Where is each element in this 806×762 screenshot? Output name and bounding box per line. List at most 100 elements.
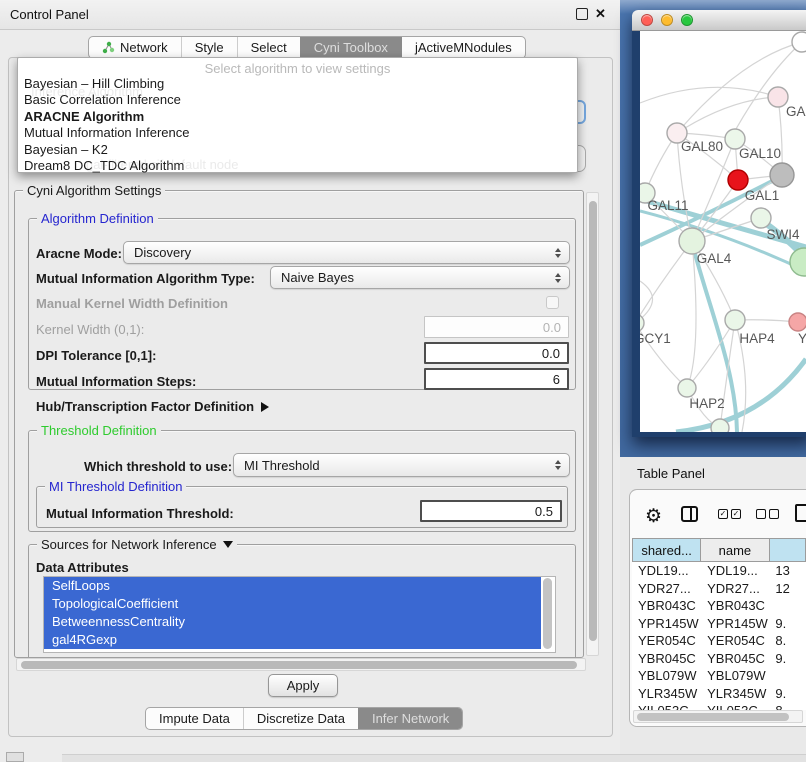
network-node[interactable] <box>790 248 806 276</box>
table-cell: YDR27... <box>701 581 769 596</box>
tab-cyni-toolbox[interactable]: Cyni Toolbox <box>300 37 401 58</box>
data-attributes-label: Data Attributes <box>36 560 129 575</box>
table-row[interactable]: YBR045CYBR045C9. <box>632 650 806 668</box>
network-node-hap4[interactable] <box>725 310 745 330</box>
table-cell: YBR045C <box>701 651 769 666</box>
which-threshold-label: Which threshold to use: <box>84 459 232 474</box>
close-traffic-icon[interactable] <box>641 14 653 26</box>
settings-vertical-scrollbar[interactable] <box>586 192 599 656</box>
node-label: GAL11 <box>647 198 688 213</box>
table-row[interactable]: YLR345WYLR345W9. <box>632 685 806 703</box>
network-node-gal7[interactable] <box>768 87 788 107</box>
mi-algorithm-type-label: Mutual Information Algorithm Type: <box>36 271 255 286</box>
network-graph: GAL7GAL80GAL10GAL1GAL11SWI4GAL4GCY1HAP4Y… <box>640 31 806 432</box>
table-row[interactable]: YDR27...YDR27...12 <box>632 580 806 598</box>
manual-kernel-width-checkbox[interactable] <box>546 296 559 309</box>
tab-style[interactable]: Style <box>181 37 237 58</box>
algorithm-option-bayesian-k2[interactable]: Bayesian – K2 <box>24 142 571 158</box>
tab-label: Network <box>120 40 168 55</box>
settings-horizontal-scrollbar-thumb[interactable] <box>21 661 577 669</box>
network-edge <box>720 320 735 428</box>
column-header-shared[interactable]: shared... <box>632 538 701 562</box>
document-icon[interactable] <box>795 504 806 522</box>
table-row[interactable]: YER054CYER054C8. <box>632 632 806 650</box>
network-node-y[interactable] <box>789 313 806 331</box>
apply-button[interactable]: Apply <box>268 674 338 697</box>
dpi-tolerance-field[interactable]: 0.0 <box>424 342 569 364</box>
table-cell: YLR345W <box>701 686 769 701</box>
mi-threshold-definition-title: MI Threshold Definition <box>45 479 186 494</box>
node-label: GAL80 <box>681 139 723 154</box>
mi-steps-field[interactable]: 6 <box>424 368 569 390</box>
network-node[interactable] <box>792 32 806 52</box>
tab-infer-network[interactable]: Infer Network <box>358 708 462 729</box>
hub-transcription-expander[interactable]: Hub/Transcription Factor Definition <box>36 399 269 414</box>
kernel-width-field[interactable]: 0.0 <box>424 316 569 338</box>
attribute-item-topologicalcoefficient[interactable]: TopologicalCoefficient <box>44 595 541 613</box>
split-columns-icon[interactable] <box>681 506 698 522</box>
network-node[interactable] <box>711 419 729 432</box>
attribute-item-betweennesscentrality[interactable]: BetweennessCentrality <box>44 613 541 631</box>
settings-horizontal-scrollbar[interactable] <box>16 658 586 671</box>
tab-impute-data[interactable]: Impute Data <box>146 708 243 729</box>
collapsed-panel-icon[interactable] <box>6 752 24 762</box>
algorithm-option-mutual-information-inference[interactable]: Mutual Information Inference <box>24 125 571 141</box>
network-node-swi4[interactable] <box>751 208 771 228</box>
attribute-item-selfloops[interactable]: SelfLoops <box>44 577 541 595</box>
data-attributes-list[interactable]: SelfLoopsTopologicalCoefficientBetweenne… <box>43 576 556 653</box>
sources-group-title-wrap[interactable]: Sources for Network Inference <box>37 537 237 552</box>
minimize-traffic-icon[interactable] <box>661 14 673 26</box>
table-cell: 9. <box>769 651 806 666</box>
tab-select[interactable]: Select <box>237 37 300 58</box>
attributes-scrollbar-thumb[interactable] <box>543 578 552 649</box>
table-cell: 9. <box>769 686 806 701</box>
algorithm-option-aracne-algorithm[interactable]: ARACNE Algorithm <box>24 109 571 125</box>
mi-algorithm-type-combo[interactable]: Naive Bayes <box>270 266 570 289</box>
mi-threshold-field[interactable]: 0.5 <box>420 500 562 522</box>
close-icon[interactable]: ✕ <box>595 8 607 20</box>
table-cell: 13 <box>769 563 806 578</box>
tab-label: Infer Network <box>372 711 449 726</box>
tab-jactivemnodules[interactable]: jActiveMNodules <box>401 37 525 58</box>
node-table[interactable]: shared...nameYDL19...YDL19...13YDR27...Y… <box>632 538 806 710</box>
attributes-scrollbar[interactable] <box>541 578 554 651</box>
aracne-mode-combo[interactable]: Discovery <box>123 241 570 264</box>
aracne-mode-label: Aracne Mode: <box>36 246 122 261</box>
table-row[interactable]: YDL19...YDL19...13 <box>632 562 806 580</box>
algorithm-dropdown-placeholder: Select algorithm to view settings <box>18 58 577 76</box>
attribute-item-gal4rgexp[interactable]: gal4RGexp <box>44 631 541 649</box>
which-threshold-value: MI Threshold <box>244 458 320 473</box>
aracne-mode-value: Discovery <box>134 245 191 260</box>
node-label: SWI4 <box>766 227 799 242</box>
network-node[interactable] <box>770 163 794 187</box>
tab-network[interactable]: Network <box>89 37 181 58</box>
table-cell: YPR145W <box>701 616 769 631</box>
node-label: HAP4 <box>739 331 775 346</box>
float-window-icon[interactable] <box>576 8 588 20</box>
control-panel-titlebar <box>0 0 620 30</box>
which-threshold-combo[interactable]: MI Threshold <box>233 453 570 477</box>
unchecked-boxes-icon[interactable] <box>756 509 779 519</box>
tab-discretize-data[interactable]: Discretize Data <box>243 708 358 729</box>
network-node-gal1[interactable] <box>728 170 748 190</box>
table-horizontal-scrollbar-thumb[interactable] <box>637 713 789 721</box>
tab-label: Discretize Data <box>257 711 345 726</box>
network-window-titlebar[interactable] <box>632 10 806 31</box>
column-header-name[interactable]: name <box>701 538 769 562</box>
table-cell: YER054C <box>632 633 701 648</box>
zoom-traffic-icon[interactable] <box>681 14 693 26</box>
table-row[interactable]: YPR145WYPR145W9. <box>632 615 806 633</box>
network-node-hap2[interactable] <box>678 379 696 397</box>
table-row[interactable]: YIL053CYIL053C8. <box>632 702 806 710</box>
settings-vertical-scrollbar-thumb[interactable] <box>589 201 597 641</box>
gear-icon[interactable]: ⚙ <box>645 505 662 528</box>
column-header-2[interactable] <box>770 538 806 562</box>
checked-boxes-icon[interactable]: ✓✓ <box>718 509 741 519</box>
combo-stepper-icon <box>555 460 561 470</box>
table-horizontal-scrollbar[interactable] <box>633 710 803 723</box>
table-row[interactable]: YBL079WYBL079W <box>632 667 806 685</box>
table-row[interactable]: YBR043CYBR043C <box>632 597 806 615</box>
bottom-tabbar: Impute Data Discretize Data Infer Network <box>145 707 463 730</box>
mi-algorithm-type-value: Naive Bayes <box>281 270 354 285</box>
network-canvas[interactable]: GAL7GAL80GAL10GAL1GAL11SWI4GAL4GCY1HAP4Y… <box>640 31 806 432</box>
